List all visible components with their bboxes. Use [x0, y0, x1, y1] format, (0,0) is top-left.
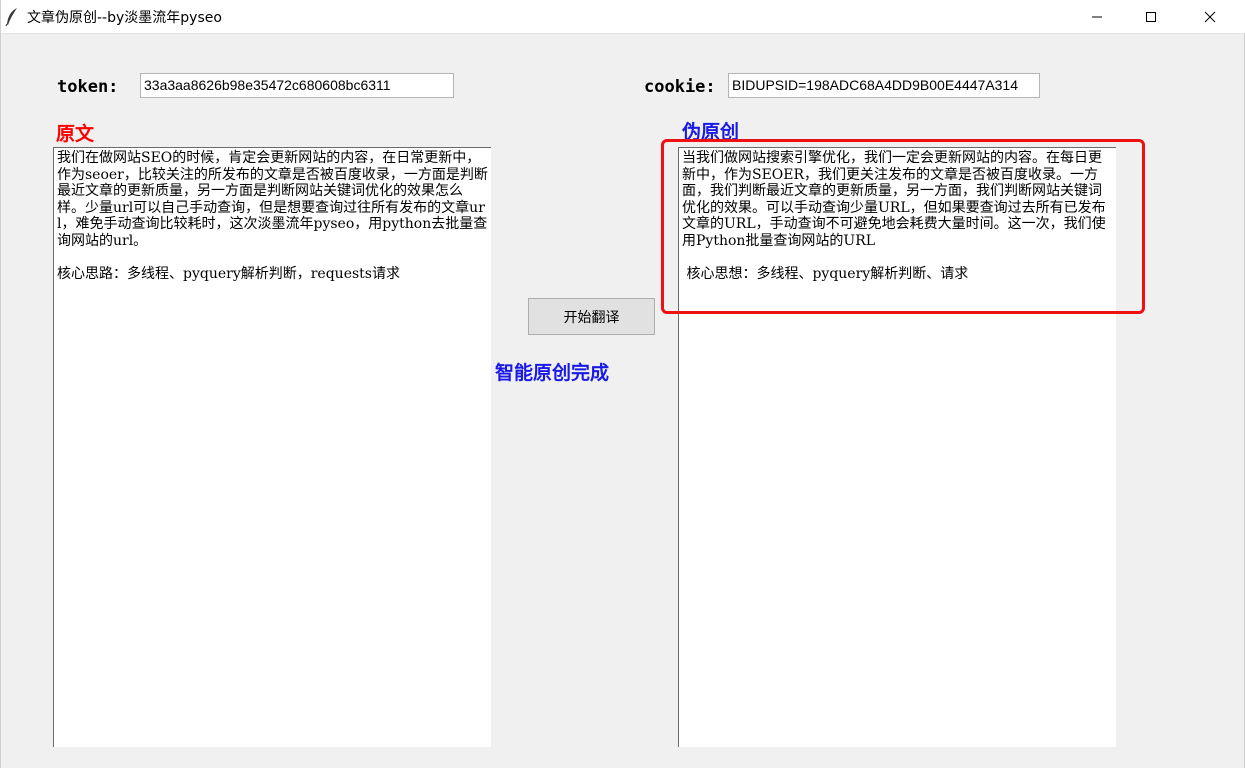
- token-label: token:: [57, 77, 119, 97]
- cookie-label: cookie:: [644, 77, 716, 97]
- minimize-icon: [1091, 11, 1103, 23]
- rewrite-heading: 伪原创: [682, 121, 740, 143]
- feather-icon: [5, 7, 19, 27]
- rewrite-text-area[interactable]: 当我们做网站搜索引擎优化，我们一定会更新网站的内容。在每日更新中，作为SEOER…: [678, 147, 1116, 747]
- status-message: 智能原创完成: [495, 362, 610, 384]
- window-title: 文章伪原创--by淡墨流年pyseo: [27, 10, 222, 26]
- start-translate-button[interactable]: 开始翻译: [528, 298, 655, 335]
- token-input[interactable]: 33a3aa8626b98e35472c680608bc6311: [140, 73, 454, 98]
- close-button[interactable]: [1187, 0, 1233, 33]
- cookie-input[interactable]: BIDUPSID=198ADC68A4DD9B00E4447A314: [728, 73, 1040, 98]
- maximize-button[interactable]: [1128, 0, 1174, 33]
- original-text-area[interactable]: 我们在做网站SEO的时候，肯定会更新网站的内容，在日常更新中，作为seoer，比…: [53, 147, 491, 747]
- minimize-button[interactable]: [1074, 0, 1120, 33]
- close-icon: [1204, 11, 1216, 23]
- maximize-icon: [1145, 11, 1157, 23]
- app-window: 文章伪原创--by淡墨流年pyseo token: 33a3aa8626b98e…: [0, 0, 1245, 768]
- title-bar: 文章伪原创--by淡墨流年pyseo: [1, 0, 1245, 34]
- original-heading: 原文: [56, 123, 95, 145]
